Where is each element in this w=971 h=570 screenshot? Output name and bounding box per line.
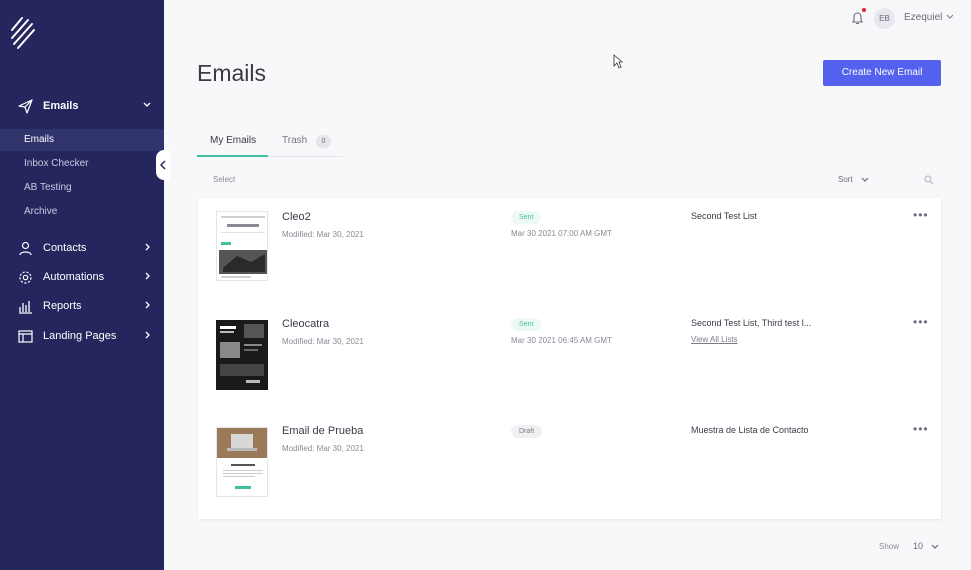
mouse-cursor-icon bbox=[613, 54, 623, 69]
email-modified-date: Modified: Mar 30, 2021 bbox=[282, 337, 364, 346]
email-name[interactable]: Cleocatra bbox=[282, 318, 329, 330]
sidebar-collapse-button[interactable] bbox=[156, 150, 170, 180]
person-icon bbox=[19, 241, 32, 256]
email-preview-image bbox=[217, 428, 267, 496]
email-lists: Second Test List bbox=[691, 211, 757, 221]
page-size-select[interactable]: 10 bbox=[913, 541, 923, 551]
trash-count-badge: 0 bbox=[316, 135, 331, 148]
email-list: Cleo2 Modified: Mar 30, 2021 Sent Mar 30… bbox=[198, 198, 941, 519]
sidebar-item-label: Reports bbox=[43, 300, 82, 312]
send-date: Mar 30 2021 06:45 AM GMT bbox=[511, 336, 612, 345]
email-thumbnail[interactable] bbox=[216, 427, 268, 497]
sidebar: Emails Emails Inbox Checker AB Testing A… bbox=[0, 0, 164, 570]
email-modified-date: Modified: Mar 30, 2021 bbox=[282, 444, 364, 453]
more-options-icon[interactable]: ••• bbox=[913, 208, 929, 222]
email-preview-image bbox=[216, 320, 268, 390]
email-name[interactable]: Cleo2 bbox=[282, 211, 311, 223]
chevron-right-icon bbox=[145, 243, 150, 251]
sidebar-item-label: Emails bbox=[43, 100, 79, 112]
more-options-icon[interactable]: ••• bbox=[913, 315, 929, 329]
email-thumbnail[interactable] bbox=[216, 320, 268, 390]
status-badge: Sent bbox=[511, 318, 542, 331]
logo-icon[interactable] bbox=[10, 16, 36, 50]
email-row[interactable]: Cleo2 Modified: Mar 30, 2021 Sent Mar 30… bbox=[198, 198, 941, 305]
sidebar-item-label: Landing Pages bbox=[43, 330, 117, 342]
gear-icon bbox=[19, 271, 32, 284]
sort-dropdown[interactable]: Sort bbox=[838, 175, 853, 184]
active-tab-indicator bbox=[197, 155, 268, 157]
sidebar-item-label: Automations bbox=[43, 271, 105, 283]
more-options-icon[interactable]: ••• bbox=[913, 422, 929, 436]
search-icon[interactable] bbox=[924, 175, 934, 185]
sidebar-subitem-inbox-checker[interactable]: Inbox Checker bbox=[0, 153, 164, 175]
paper-plane-icon bbox=[18, 99, 33, 114]
notification-dot bbox=[862, 8, 866, 12]
page-title: Emails bbox=[197, 60, 267, 86]
status-badge: Draft bbox=[511, 425, 543, 438]
chevron-right-icon bbox=[145, 301, 150, 309]
chevron-down-icon bbox=[143, 102, 151, 107]
tab-my-emails[interactable]: My Emails bbox=[210, 135, 256, 146]
tab-divider bbox=[268, 156, 343, 157]
sidebar-item-reports[interactable]: Reports bbox=[0, 292, 164, 320]
email-name[interactable]: Email de Prueba bbox=[282, 425, 363, 437]
bar-chart-icon bbox=[19, 301, 32, 314]
sidebar-item-automations[interactable]: Automations bbox=[0, 263, 164, 291]
sidebar-subitem-emails[interactable]: Emails bbox=[0, 129, 164, 151]
email-thumbnail[interactable] bbox=[216, 211, 268, 281]
chevron-left-icon bbox=[160, 160, 166, 170]
chevron-right-icon bbox=[145, 331, 150, 339]
email-lists: Muestra de Lista de Contacto bbox=[691, 425, 809, 435]
status-badge: Sent bbox=[511, 211, 542, 224]
avatar[interactable]: EB bbox=[874, 8, 895, 29]
chevron-down-icon[interactable] bbox=[861, 177, 869, 183]
email-preview-image bbox=[217, 212, 267, 280]
sidebar-item-emails[interactable]: Emails bbox=[0, 92, 164, 120]
email-lists: Second Test List, Third test l... bbox=[691, 318, 812, 328]
sidebar-item-label: Contacts bbox=[43, 242, 87, 254]
create-new-email-button[interactable]: Create New Email bbox=[823, 60, 941, 86]
sidebar-subitem-ab-testing[interactable]: AB Testing bbox=[0, 177, 164, 199]
sidebar-item-contacts[interactable]: Contacts bbox=[0, 234, 164, 262]
layout-icon bbox=[18, 330, 33, 343]
bell-icon[interactable] bbox=[851, 11, 864, 25]
sidebar-subitem-archive[interactable]: Archive bbox=[0, 201, 164, 223]
sidebar-item-landing-pages[interactable]: Landing Pages bbox=[0, 322, 164, 350]
chevron-down-icon[interactable] bbox=[946, 14, 954, 20]
chevron-right-icon bbox=[145, 272, 150, 280]
email-row[interactable]: Email de Prueba Modified: Mar 30, 2021 D… bbox=[198, 412, 941, 519]
email-modified-date: Modified: Mar 30, 2021 bbox=[282, 230, 364, 239]
chevron-down-icon[interactable] bbox=[931, 544, 939, 550]
show-label: Show bbox=[879, 542, 900, 551]
email-row[interactable]: Cleocatra Modified: Mar 30, 2021 Sent Ma… bbox=[198, 305, 941, 412]
view-all-lists-link[interactable]: View All Lists bbox=[691, 335, 738, 344]
select-all-toggle[interactable]: Select bbox=[213, 175, 235, 184]
send-date: Mar 30 2021 07:00 AM GMT bbox=[511, 229, 612, 238]
user-name[interactable]: Ezequiel bbox=[904, 12, 942, 23]
tab-trash[interactable]: Trash bbox=[282, 135, 307, 146]
